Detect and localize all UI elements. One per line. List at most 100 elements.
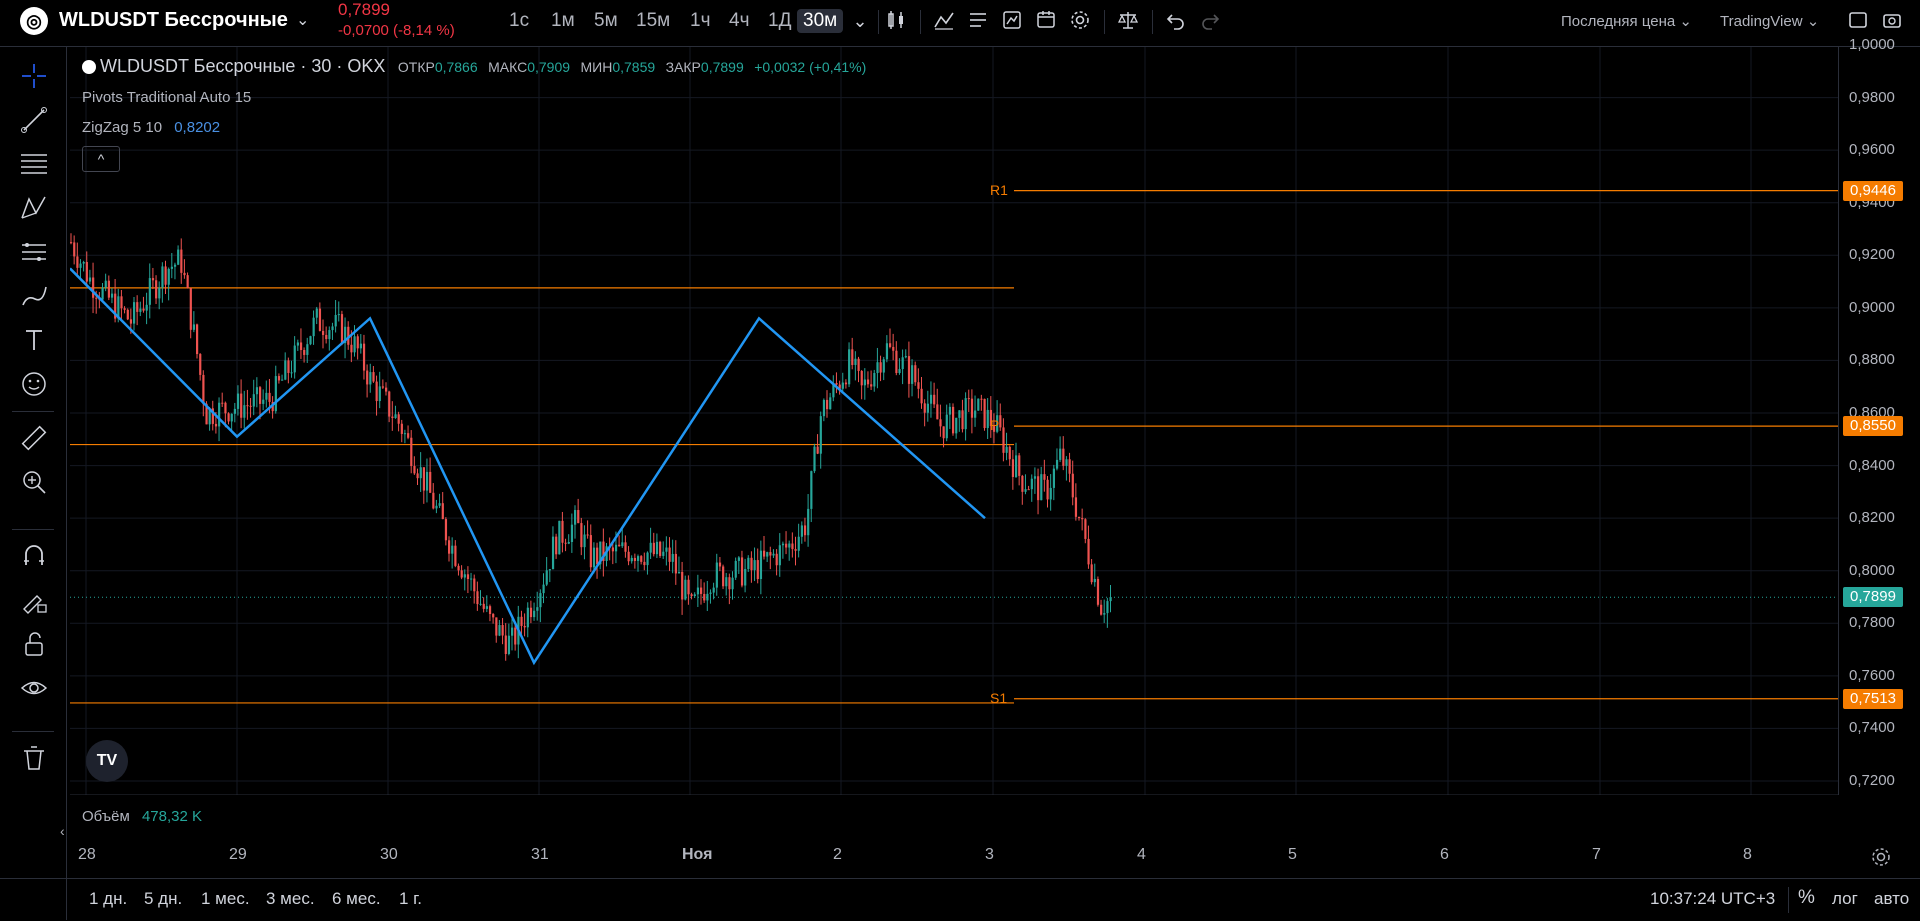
log-toggle[interactable]: лог [1832,889,1858,909]
candle-body [826,399,829,410]
text-icon[interactable] [18,325,50,357]
time-axis[interactable]: 28 29 30 31 Ноя 2 3 4 5 6 7 8 [70,842,1838,872]
timeframe-1h[interactable]: 1ч [684,9,716,33]
candle-body [501,625,504,636]
candle-body [1084,519,1087,539]
candle-body [923,403,926,413]
volume-label: Объём [82,808,130,825]
candle-body [945,414,948,439]
trend-line-icon[interactable] [18,105,50,137]
ruler-icon[interactable] [18,423,50,455]
replay-icon[interactable] [1034,9,1058,33]
candle-body [851,349,854,365]
fib-retracement-icon[interactable] [18,149,50,181]
timeframe-chevron-icon[interactable]: ⌄ [848,9,872,33]
candle-body [879,362,882,373]
candle-body [123,308,126,310]
redo-icon[interactable] [1198,9,1222,33]
candle-body [476,591,479,605]
templates-icon[interactable] [966,9,990,33]
candle-body [1090,564,1093,583]
collapse-sidebar-icon[interactable]: ‹ [60,823,65,839]
legend-collapse-button[interactable]: ^ [82,146,120,172]
candle-body [299,342,303,350]
candle-body [290,372,293,374]
range-5d[interactable]: 5 дн. [144,889,182,909]
range-3m[interactable]: 3 мес. [266,889,315,909]
candle-body [221,402,224,404]
candle-body [416,473,419,479]
timeframe-4h[interactable]: 4ч [723,9,755,33]
alert-icon[interactable] [1000,9,1024,33]
unlock-icon[interactable] [18,629,50,661]
timeframe-30m[interactable]: 30м [797,9,844,33]
lock-drawing-icon[interactable] [18,585,50,617]
timeframe-5m[interactable]: 5м [588,9,624,33]
zoom-in-icon[interactable] [18,467,50,499]
candles-icon[interactable] [884,9,908,33]
chart-source-dropdown[interactable]: TradingView ⌄ [1720,12,1819,30]
percent-toggle[interactable]: % [1798,887,1815,909]
timeframe-1d[interactable]: 1Д [762,9,797,33]
emoji-icon[interactable] [18,369,50,401]
chevron-down-icon[interactable]: ⌄ [296,10,309,30]
candle-body [876,362,879,374]
candle-body [1065,459,1068,466]
prediction-icon[interactable] [18,237,50,269]
price-type-dropdown[interactable]: Последняя цена ⌄ [1561,12,1692,30]
legend-title[interactable]: WLDUSDT Бессрочные · 30 · OKX [100,56,385,76]
price-chart[interactable] [70,47,1838,795]
indicators-icon[interactable] [932,9,956,33]
compare-scale-icon[interactable] [1116,9,1140,33]
clock-timezone[interactable]: 10:37:24 UTC+3 [1650,889,1775,909]
price-tag: 0,7513 [1843,688,1903,709]
undo-icon[interactable] [1164,9,1188,33]
timeframe-1m[interactable]: 1м [545,9,581,33]
candle-body [766,552,769,557]
candle-body [810,471,813,509]
brush-icon[interactable] [18,281,50,313]
screenshot-icon[interactable] [1880,9,1904,33]
candle-body [725,577,728,587]
auto-toggle[interactable]: авто [1874,889,1909,909]
legend-zigzag-row[interactable]: ZigZag 5 10 0,8202 [82,119,220,136]
candle-body [1055,459,1059,469]
candle-body [1068,459,1071,474]
candle-body [139,308,142,312]
tradingview-logo[interactable]: TV [86,740,128,782]
candle-body [110,293,114,298]
pattern-icon[interactable] [18,193,50,225]
time-tick-label: 30 [380,846,398,863]
range-1d[interactable]: 1 дн. [89,889,127,909]
trash-icon[interactable] [18,743,50,775]
eye-icon[interactable] [18,673,50,705]
candle-body [388,391,391,417]
candle-body [611,547,614,552]
candle-body [337,314,340,316]
symbol-name[interactable]: WLDUSDT Бессрочные [59,9,288,32]
candle-body [422,467,425,491]
price-type-label: Последняя цена [1561,13,1676,30]
range-1m[interactable]: 1 мес. [201,889,250,909]
price-tick-label: 0,7400 [1849,719,1895,737]
range-1y[interactable]: 1 г. [399,889,422,909]
candle-body [240,393,243,418]
range-6m[interactable]: 6 мес. [332,889,381,909]
settings-gear-icon[interactable] [1068,9,1092,33]
candle-body [381,386,385,388]
magnet-icon[interactable] [18,541,50,573]
price-tick-label: 0,8000 [1849,561,1895,579]
timeframe-1s[interactable]: 1с [503,9,535,33]
fullscreen-icon[interactable] [1846,9,1870,33]
candle-body [246,405,249,407]
crosshair-icon[interactable] [18,61,50,93]
candle-body [255,387,259,395]
candle-body [596,547,599,565]
price-axis[interactable]: 1,0000 0,9800 0,9600 0,9400 0,9200 0,9000 0,88… [1838,36,1920,795]
legend-pivots[interactable]: Pivots Traditional Auto 15 [82,89,251,106]
timeframe-15m[interactable]: 15м [630,9,676,33]
axis-settings-gear-icon[interactable] [1870,846,1894,870]
candle-body [690,594,693,596]
candle-body [564,542,567,544]
candle-body [939,419,942,427]
